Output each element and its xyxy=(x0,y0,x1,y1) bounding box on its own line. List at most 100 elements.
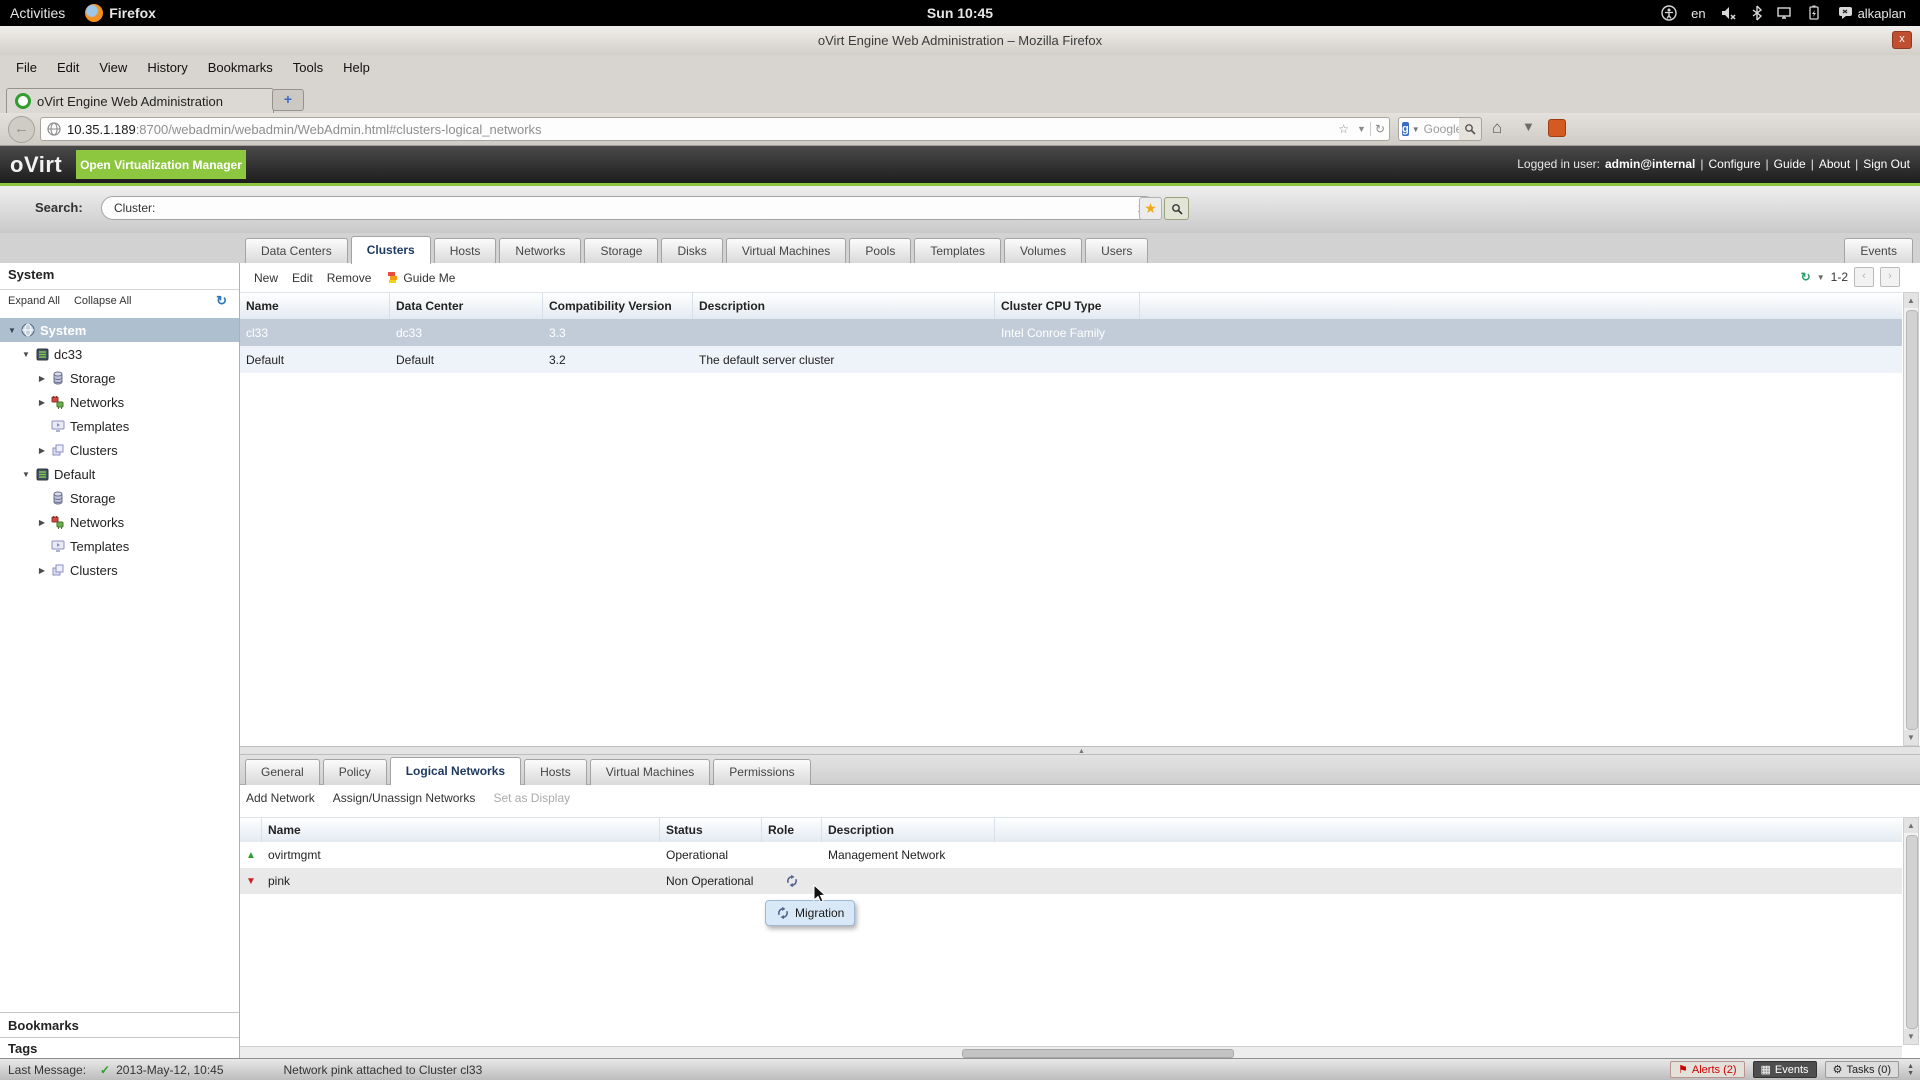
bookmark-star-icon[interactable]: ☆ xyxy=(1334,122,1353,136)
tree-refresh-icon[interactable]: ↻ xyxy=(216,293,227,309)
bookmarks-section-header[interactable]: Bookmarks xyxy=(0,1012,239,1037)
menu-file[interactable]: File xyxy=(6,57,47,78)
alerts-button[interactable]: ⚑Alerts (2) xyxy=(1670,1061,1745,1078)
tree-item-dc33-templates[interactable]: Templates xyxy=(0,414,239,438)
url-dropdown-icon[interactable]: ▼ xyxy=(1353,124,1370,134)
detail-grid-hscrollbar[interactable] xyxy=(240,1046,1902,1058)
scroll-thumb[interactable] xyxy=(1906,310,1918,730)
tree-item-system[interactable]: ▼ System xyxy=(0,318,239,342)
tab-virtual-machines[interactable]: Virtual Machines xyxy=(726,238,847,264)
addon-icon[interactable] xyxy=(1548,119,1566,137)
column-header-status[interactable]: Status xyxy=(660,818,762,842)
column-header-name[interactable]: Name xyxy=(262,818,660,842)
search-input[interactable]: Cluster: x xyxy=(101,196,1157,220)
url-bar[interactable]: 10.35.1.189:8700/webadmin/webadmin/WebAd… xyxy=(40,117,1390,141)
cluster-row-cl33[interactable]: cl33 dc33 3.3 Intel Conroe Family xyxy=(240,319,1902,346)
tree-item-dc33-networks[interactable]: ▶ Networks xyxy=(0,390,239,414)
assign-unassign-networks-button[interactable]: Assign/Unassign Networks xyxy=(333,791,476,805)
column-header-data-center[interactable]: Data Center xyxy=(390,293,543,319)
home-icon[interactable]: ⌂ xyxy=(1492,118,1502,138)
app-menu[interactable]: Firefox xyxy=(75,0,166,26)
tab-clusters[interactable]: Clusters xyxy=(351,236,431,264)
user-menu[interactable]: alkaplan xyxy=(1838,6,1906,21)
tasks-button[interactable]: ⚙Tasks (0) xyxy=(1825,1061,1900,1078)
menu-bookmarks[interactable]: Bookmarks xyxy=(198,57,283,78)
expander-icon[interactable]: ▼ xyxy=(6,326,18,335)
configure-link[interactable]: Configure xyxy=(1709,157,1761,171)
activities-button[interactable]: Activities xyxy=(0,0,75,26)
scroll-thumb[interactable] xyxy=(962,1049,1234,1058)
tab-users[interactable]: Users xyxy=(1085,238,1148,264)
edit-button[interactable]: Edit xyxy=(292,271,313,285)
detail-tab-hosts[interactable]: Hosts xyxy=(524,759,587,785)
keyboard-layout[interactable]: en xyxy=(1691,6,1705,21)
tab-events[interactable]: Events xyxy=(1844,238,1913,264)
expander-icon[interactable]: ▶ xyxy=(36,566,48,575)
site-identity-icon[interactable] xyxy=(47,122,61,136)
search-engine-dropdown-icon[interactable]: ▼ xyxy=(1412,125,1420,134)
menu-view[interactable]: View xyxy=(89,57,137,78)
run-search-button[interactable] xyxy=(1164,197,1189,220)
statusbar-scroll-arrows[interactable]: ▲▼ xyxy=(1907,1063,1914,1077)
tab-storage[interactable]: Storage xyxy=(584,238,658,264)
tree-item-default[interactable]: ▼ Default xyxy=(0,462,239,486)
new-button[interactable]: New xyxy=(254,271,278,285)
tree-item-default-templates[interactable]: Templates xyxy=(0,534,239,558)
detail-tab-virtual-machines[interactable]: Virtual Machines xyxy=(590,759,711,785)
add-network-button[interactable]: Add Network xyxy=(246,791,315,805)
volume-muted-icon[interactable] xyxy=(1720,5,1738,21)
browser-tab[interactable]: oVirt Engine Web Administration xyxy=(6,88,274,113)
expander-icon[interactable]: ▼ xyxy=(20,470,32,479)
guide-me-button[interactable]: Guide Me xyxy=(403,271,455,285)
detail-tab-permissions[interactable]: Permissions xyxy=(713,759,810,785)
window-close-button[interactable]: x xyxy=(1892,31,1912,49)
detail-grid-vscrollbar[interactable]: ▲ ▼ xyxy=(1903,817,1919,1045)
tree-item-default-clusters[interactable]: ▶ Clusters xyxy=(0,558,239,582)
main-grid-vscrollbar[interactable]: ▲ ▼ xyxy=(1903,292,1919,746)
tags-section-header[interactable]: Tags xyxy=(0,1037,239,1058)
about-link[interactable]: About xyxy=(1819,157,1850,171)
scroll-up-icon[interactable]: ▲ xyxy=(1907,1063,1914,1070)
last-message-text[interactable]: Network pink attached to Cluster cl33 xyxy=(284,1063,483,1077)
tree-item-default-networks[interactable]: ▶ Networks xyxy=(0,510,239,534)
expander-icon[interactable]: ▶ xyxy=(36,446,48,455)
sign-out-link[interactable]: Sign Out xyxy=(1863,157,1910,171)
menu-edit[interactable]: Edit xyxy=(47,57,89,78)
detail-tab-general[interactable]: General xyxy=(245,759,320,785)
tab-data-centers[interactable]: Data Centers xyxy=(245,238,348,264)
scroll-down-icon[interactable]: ▼ xyxy=(1904,1029,1918,1044)
tree-item-default-storage[interactable]: Storage xyxy=(0,486,239,510)
prev-page-button[interactable]: ‹ xyxy=(1854,267,1874,287)
events-button[interactable]: ▦Events xyxy=(1753,1061,1817,1078)
tree-item-dc33-clusters[interactable]: ▶ Clusters xyxy=(0,438,239,462)
next-page-button[interactable]: › xyxy=(1880,267,1900,287)
menu-history[interactable]: History xyxy=(137,57,197,78)
guide-link[interactable]: Guide xyxy=(1774,157,1806,171)
column-header-name[interactable]: Name xyxy=(240,293,390,319)
tab-pools[interactable]: Pools xyxy=(849,238,911,264)
scroll-up-icon[interactable]: ▲ xyxy=(1904,818,1918,833)
scroll-thumb[interactable] xyxy=(1906,835,1918,1029)
new-tab-button[interactable]: + xyxy=(272,89,304,111)
grid-refresh-icon[interactable]: ↻ xyxy=(1801,270,1811,284)
column-header-role[interactable]: Role xyxy=(762,818,822,842)
cluster-row-default[interactable]: Default Default 3.2 The default server c… xyxy=(240,346,1902,373)
tree-item-dc33[interactable]: ▼ dc33 xyxy=(0,342,239,366)
window-titlebar[interactable]: oVirt Engine Web Administration – Mozill… xyxy=(0,26,1920,56)
collapse-all-link[interactable]: Collapse All xyxy=(74,295,131,307)
clock[interactable]: Sun 10:45 xyxy=(927,5,993,21)
detail-tab-policy[interactable]: Policy xyxy=(323,759,387,785)
pane-splitter[interactable]: ▲ xyxy=(240,746,1920,755)
tab-hosts[interactable]: Hosts xyxy=(434,238,497,264)
bookmark-search-button[interactable]: ★ xyxy=(1139,197,1162,220)
tab-disks[interactable]: Disks xyxy=(661,238,722,264)
column-header-description[interactable]: Description xyxy=(693,293,995,319)
web-search-button[interactable] xyxy=(1459,117,1482,141)
column-header-compatibility-version[interactable]: Compatibility Version xyxy=(543,293,693,319)
scroll-up-icon[interactable]: ▲ xyxy=(1904,293,1918,308)
expand-all-link[interactable]: Expand All xyxy=(8,295,60,307)
accessibility-icon[interactable] xyxy=(1661,5,1677,21)
downloads-icon[interactable]: ▼ xyxy=(1522,119,1535,134)
expander-icon[interactable]: ▶ xyxy=(36,518,48,527)
splitter-grip-icon[interactable]: ▲ xyxy=(1078,748,1085,755)
